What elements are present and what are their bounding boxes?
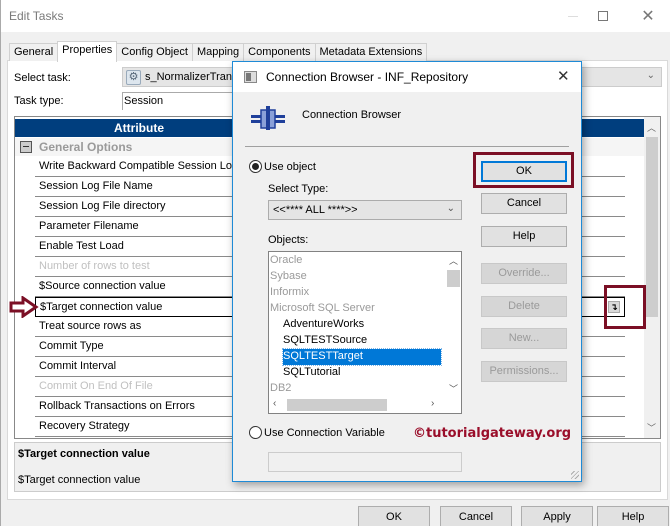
object-list-item[interactable]: SQLTutorial bbox=[283, 365, 340, 381]
window-title: Edit Tasks bbox=[9, 9, 64, 23]
apply-button[interactable]: Apply bbox=[521, 506, 593, 526]
resize-grip[interactable] bbox=[571, 471, 579, 479]
scroll-thumb[interactable] bbox=[646, 137, 658, 317]
task-type-label: Task type: bbox=[14, 95, 64, 107]
scroll-up-icon[interactable]: ︿ bbox=[647, 121, 656, 134]
collapse-icon[interactable] bbox=[20, 141, 32, 153]
select-type-value: <<**** ALL ****>> bbox=[273, 204, 358, 216]
attribute-name: Treat source rows as bbox=[39, 320, 142, 332]
connection-variable-input[interactable] bbox=[268, 452, 462, 472]
group-label: General Options bbox=[39, 140, 133, 154]
chevron-down-icon: ⌄ bbox=[446, 203, 455, 214]
attribute-name: Session Log File Name bbox=[39, 180, 153, 192]
tab-metadata-extensions[interactable]: Metadata Extensions bbox=[314, 43, 428, 61]
dialog-heading: Connection Browser bbox=[302, 109, 402, 121]
override-button[interactable]: Override... bbox=[481, 263, 567, 284]
attribute-name: Enable Test Load bbox=[39, 240, 124, 252]
use-connection-variable-radio[interactable] bbox=[249, 426, 262, 439]
annotation-box-dropdown bbox=[604, 285, 646, 329]
select-task-label: Select task: bbox=[14, 72, 71, 84]
object-list-item[interactable]: AdventureWorks bbox=[283, 317, 364, 333]
use-object-label: Use object bbox=[264, 161, 316, 173]
task-type-field: Session bbox=[122, 92, 234, 110]
dialog-cancel-button[interactable]: Cancel bbox=[481, 193, 567, 214]
dialog-title: Connection Browser - INF_Repository bbox=[266, 70, 469, 84]
scroll-down-icon[interactable]: ﹀ bbox=[647, 421, 656, 434]
attribute-column-header[interactable]: Attribute bbox=[15, 121, 263, 135]
object-list-item[interactable]: SQLTESTTarget bbox=[282, 348, 442, 366]
dialog-help-button[interactable]: Help bbox=[481, 226, 567, 247]
attribute-name: Number of rows to test bbox=[39, 260, 150, 272]
dialog-title-bar: Connection Browser - INF_Repository ✕ bbox=[233, 62, 581, 92]
maximize-icon bbox=[598, 11, 608, 21]
permissions-button[interactable]: Permissions... bbox=[481, 361, 567, 382]
window-icon bbox=[244, 71, 257, 83]
delete-button[interactable]: Delete bbox=[481, 296, 567, 317]
dialog-close-button[interactable]: ✕ bbox=[557, 67, 570, 85]
attribute-name: $Target connection value bbox=[40, 301, 163, 313]
attribute-name: $Source connection value bbox=[39, 280, 166, 292]
scroll-up-icon[interactable]: ︿ bbox=[449, 254, 458, 267]
attribute-name: Commit Interval bbox=[39, 360, 117, 372]
use-object-radio[interactable] bbox=[249, 160, 262, 173]
attribute-name: Parameter Filename bbox=[39, 220, 139, 232]
scroll-right-icon[interactable]: › bbox=[431, 398, 434, 409]
scroll-down-icon[interactable]: ﹀ bbox=[449, 382, 458, 395]
watermark: ©tutorialgateway.org bbox=[413, 426, 572, 441]
object-list-item[interactable]: Informix bbox=[270, 285, 309, 301]
dialog-separator bbox=[245, 146, 569, 147]
gear-icon: ⚙ bbox=[126, 70, 141, 85]
tab-config-object[interactable]: Config Object bbox=[116, 43, 193, 61]
title-bar: Edit Tasks ✕ bbox=[1, 0, 670, 32]
object-list-item[interactable]: SQLTESTSource bbox=[283, 333, 367, 349]
objects-list[interactable]: Oracle Sybase Informix Microsoft SQL Server… bbox=[268, 251, 462, 414]
annotation-arrow-icon bbox=[9, 296, 39, 318]
connection-icon bbox=[251, 106, 285, 130]
minimize-icon bbox=[568, 15, 578, 17]
description-text: $Target connection value bbox=[18, 474, 141, 486]
help-button[interactable]: Help bbox=[597, 506, 669, 526]
connection-browser-dialog: Connection Browser - INF_Repository ✕ Co… bbox=[232, 61, 582, 482]
tab-mapping[interactable]: Mapping bbox=[191, 43, 245, 61]
scroll-thumb[interactable] bbox=[287, 399, 387, 411]
attribute-name: Session Log File directory bbox=[39, 200, 166, 212]
objects-label: Objects: bbox=[268, 234, 309, 246]
description-title: $Target connection value bbox=[18, 448, 150, 460]
tab-components[interactable]: Components bbox=[243, 43, 316, 61]
ok-button[interactable]: OK bbox=[358, 506, 430, 526]
object-list-item[interactable]: Oracle bbox=[270, 253, 302, 269]
close-icon: ✕ bbox=[641, 8, 655, 25]
attribute-name: Recovery Strategy bbox=[39, 420, 130, 432]
attribute-name: Commit On End Of File bbox=[39, 380, 153, 392]
tab-general[interactable]: General bbox=[9, 43, 59, 61]
cancel-button[interactable]: Cancel bbox=[440, 506, 512, 526]
objects-vertical-scrollbar[interactable]: ︿ ﹀ bbox=[445, 252, 461, 397]
maximize-button[interactable] bbox=[581, 0, 625, 32]
tab-properties[interactable]: Properties bbox=[57, 41, 118, 62]
attribute-name: Rollback Transactions on Errors bbox=[39, 400, 195, 412]
attribute-name: Commit Type bbox=[39, 340, 104, 352]
object-list-item[interactable]: Sybase bbox=[270, 269, 307, 285]
attribute-name: Write Backward Compatible Session Log bbox=[39, 160, 239, 172]
objects-horizontal-scrollbar[interactable]: ‹ › bbox=[269, 397, 445, 413]
select-type-dropdown[interactable]: <<**** ALL ****>> ⌄ bbox=[268, 200, 462, 220]
object-list-item[interactable]: DB2 bbox=[270, 381, 291, 397]
select-type-label: Select Type: bbox=[268, 183, 329, 195]
chevron-down-icon: ⌄ bbox=[646, 70, 655, 81]
scroll-thumb[interactable] bbox=[447, 270, 460, 287]
tab-bar: General Properties Config Object Mapping… bbox=[9, 41, 428, 62]
use-connection-variable-label: Use Connection Variable bbox=[264, 427, 385, 439]
object-list-item[interactable]: Microsoft SQL Server bbox=[270, 301, 375, 317]
close-button[interactable]: ✕ bbox=[626, 0, 670, 32]
grid-vertical-scrollbar[interactable]: ︿ ﹀ bbox=[644, 117, 660, 438]
annotation-box-ok bbox=[473, 152, 574, 188]
new-button[interactable]: New... bbox=[481, 328, 567, 349]
scroll-left-icon[interactable]: ‹ bbox=[273, 398, 276, 409]
select-task-value: s_NormalizerTran bbox=[145, 71, 233, 83]
